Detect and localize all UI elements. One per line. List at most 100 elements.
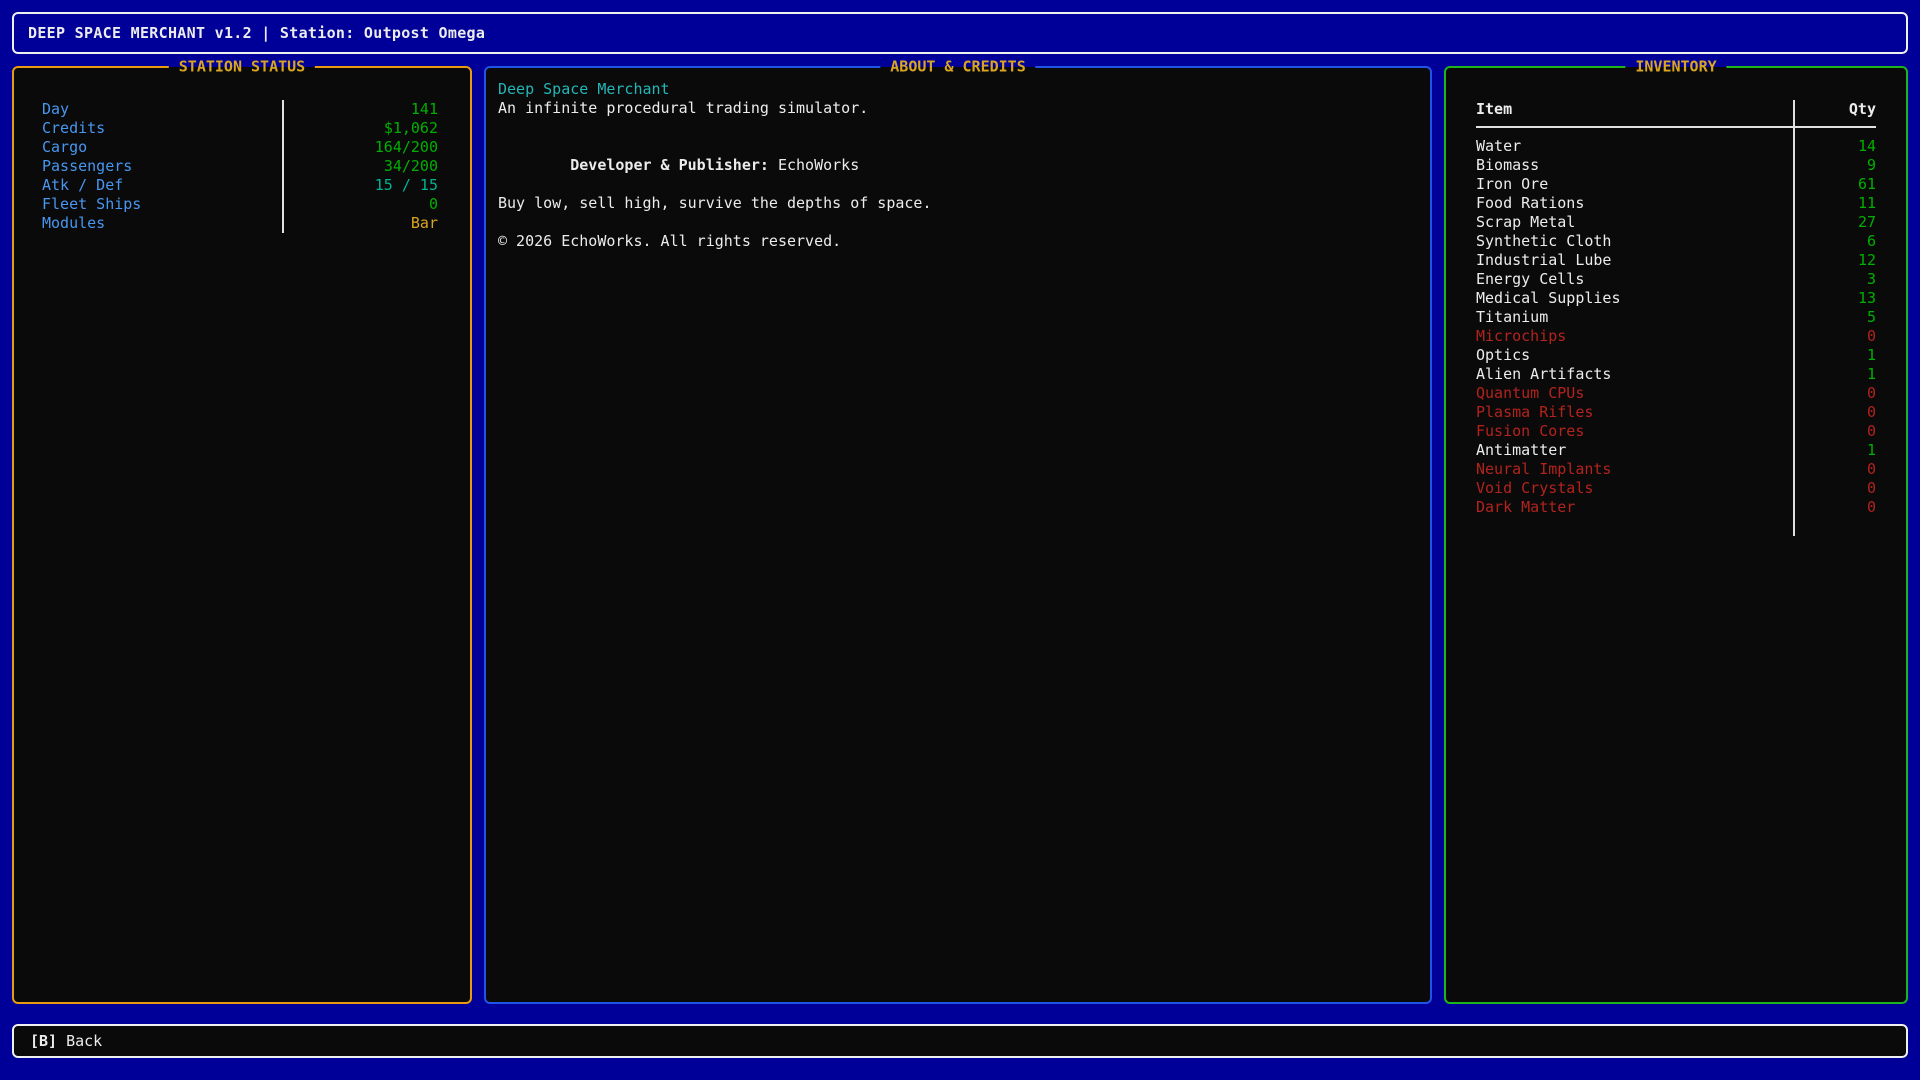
status-label: Credits (42, 119, 284, 138)
inventory-row: Food Rations 11 (1476, 194, 1876, 213)
status-row-passengers: Passengers 34/200 (42, 157, 438, 176)
inventory-item-qty: 13 (1793, 289, 1876, 308)
inventory-item-qty: 61 (1793, 175, 1876, 194)
inventory-spacer-name (1476, 517, 1793, 536)
inventory-row: Biomass 9 (1476, 156, 1876, 175)
inventory-item-qty: 0 (1793, 384, 1876, 403)
status-value: $1,062 (284, 119, 438, 138)
inventory-row: Alien Artifacts 1 (1476, 365, 1876, 384)
status-label: Cargo (42, 138, 284, 157)
status-label: Fleet Ships (42, 195, 284, 214)
status-row-credits: Credits $1,062 (42, 119, 438, 138)
inventory-item-name: Synthetic Cloth (1476, 232, 1793, 251)
inventory-body: Item Qty Water 14 Biomass 9 Iron Ore 61 … (1446, 68, 1906, 1002)
back-button[interactable]: [B] Back (12, 1024, 1908, 1058)
inventory-item-qty: 1 (1793, 365, 1876, 384)
inventory-row: Optics 1 (1476, 346, 1876, 365)
inventory-item-qty: 11 (1793, 194, 1876, 213)
inventory-item-name: Fusion Cores (1476, 422, 1793, 441)
inventory-header: Item Qty (1476, 100, 1876, 128)
inventory-item-name: Scrap Metal (1476, 213, 1793, 232)
status-label: Passengers (42, 157, 284, 176)
inventory-item-qty: 0 (1793, 498, 1876, 517)
title-bar: DEEP SPACE MERCHANT v1.2 | Station: Outp… (12, 12, 1908, 54)
blank-line (498, 118, 1414, 137)
status-row-atk-def: Atk / Def 15 / 15 (42, 176, 438, 195)
inventory-item-qty: 12 (1793, 251, 1876, 270)
inventory-row: Industrial Lube 12 (1476, 251, 1876, 270)
blank-line (498, 213, 1414, 232)
status-label: Atk / Def (42, 176, 284, 195)
inventory-item-name: Biomass (1476, 156, 1793, 175)
inventory-row: Neural Implants 0 (1476, 460, 1876, 479)
inventory-row: Quantum CPUs 0 (1476, 384, 1876, 403)
about-credits-panel: ABOUT & CREDITS Deep Space Merchant An i… (484, 66, 1432, 1004)
inventory-row: Void Crystals 0 (1476, 479, 1876, 498)
status-value: 15 / 15 (284, 176, 438, 195)
developer-label: Developer & Publisher: (570, 156, 769, 174)
inventory-item-qty: 1 (1793, 441, 1876, 460)
inventory-item-qty: 9 (1793, 156, 1876, 175)
inventory-row: Fusion Cores 0 (1476, 422, 1876, 441)
inventory-item-name: Dark Matter (1476, 498, 1793, 517)
main-area: STATION STATUS Day 141 Credits $1,062 Ca… (12, 66, 1908, 1004)
inventory-item-name: Void Crystals (1476, 479, 1793, 498)
inventory-item-qty: 5 (1793, 308, 1876, 327)
inventory-item-qty: 0 (1793, 403, 1876, 422)
inventory-item-name: Neural Implants (1476, 460, 1793, 479)
inventory-spacer-qty (1793, 517, 1876, 536)
inventory-item-qty: 0 (1793, 479, 1876, 498)
inventory-item-name: Quantum CPUs (1476, 384, 1793, 403)
app-root: { "title_bar": { "text": "DEEP SPACE MER… (0, 0, 1920, 1080)
status-value: 141 (284, 100, 438, 119)
inventory-item-name: Antimatter (1476, 441, 1793, 460)
game-tagline-2: Buy low, sell high, survive the depths o… (498, 194, 1414, 213)
inventory-item-qty: 1 (1793, 346, 1876, 365)
inventory-row: Iron Ore 61 (1476, 175, 1876, 194)
status-row-cargo: Cargo 164/200 (42, 138, 438, 157)
inventory-row: Plasma Rifles 0 (1476, 403, 1876, 422)
status-value: 164/200 (284, 138, 438, 157)
inventory-row: Energy Cells 3 (1476, 270, 1876, 289)
game-name: Deep Space Merchant (498, 80, 1414, 99)
inventory-item-name: Alien Artifacts (1476, 365, 1793, 384)
inventory-item-qty: 0 (1793, 460, 1876, 479)
game-tagline: An infinite procedural trading simulator… (498, 99, 1414, 118)
about-credits-title: ABOUT & CREDITS (880, 58, 1035, 77)
inventory-row: Antimatter 1 (1476, 441, 1876, 460)
inventory-row: Water 14 (1476, 128, 1876, 156)
developer-line: Developer & Publisher: EchoWorks (498, 137, 1414, 194)
station-status-body: Day 141 Credits $1,062 Cargo 164/200 Pas… (14, 68, 470, 1002)
status-row-day: Day 141 (42, 100, 438, 119)
status-row-fleet-ships: Fleet Ships 0 (42, 195, 438, 214)
back-key-hint: [B] (30, 1032, 57, 1050)
copyright-line: © 2026 EchoWorks. All rights reserved. (498, 232, 1414, 251)
inventory-item-qty: 3 (1793, 270, 1876, 289)
developer-value: EchoWorks (769, 156, 859, 174)
inventory-row: Dark Matter 0 (1476, 498, 1876, 517)
inventory-item-qty: 14 (1793, 128, 1876, 156)
inventory-spacer-row (1476, 517, 1876, 536)
inventory-item-qty: 6 (1793, 232, 1876, 251)
inventory-title: INVENTORY (1625, 58, 1726, 77)
station-status-title: STATION STATUS (169, 58, 315, 77)
inventory-header-item: Item (1476, 100, 1793, 128)
status-label: Modules (42, 214, 284, 233)
inventory-row: Synthetic Cloth 6 (1476, 232, 1876, 251)
inventory-item-name: Energy Cells (1476, 270, 1793, 289)
inventory-item-qty: 27 (1793, 213, 1876, 232)
station-status-panel: STATION STATUS Day 141 Credits $1,062 Ca… (12, 66, 472, 1004)
status-label: Day (42, 100, 284, 119)
about-credits-body: Deep Space Merchant An infinite procedur… (486, 68, 1430, 1002)
inventory-item-name: Microchips (1476, 327, 1793, 346)
inventory-item-name: Iron Ore (1476, 175, 1793, 194)
inventory-row: Medical Supplies 13 (1476, 289, 1876, 308)
status-value: 34/200 (284, 157, 438, 176)
inventory-row: Titanium 5 (1476, 308, 1876, 327)
status-value: Bar (284, 214, 438, 233)
status-value: 0 (284, 195, 438, 214)
inventory-item-name: Plasma Rifles (1476, 403, 1793, 422)
inventory-item-name: Water (1476, 128, 1793, 156)
inventory-item-name: Food Rations (1476, 194, 1793, 213)
inventory-item-name: Titanium (1476, 308, 1793, 327)
